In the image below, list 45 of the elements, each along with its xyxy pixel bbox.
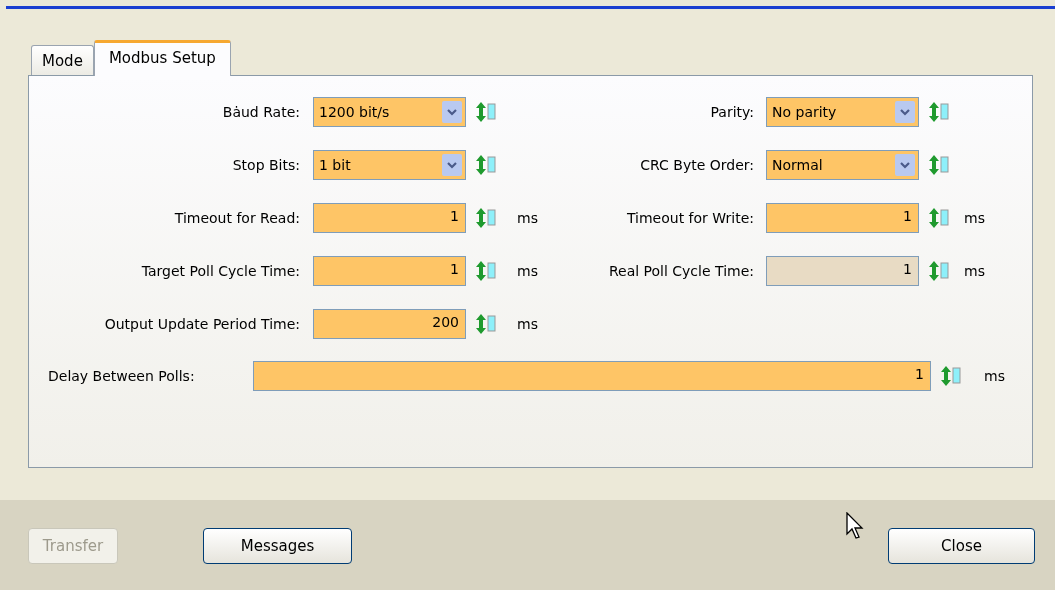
up-down-arrow-icon[interactable] — [928, 260, 952, 282]
chevron-icon — [442, 154, 462, 176]
number-field[interactable]: 1 — [313, 256, 466, 286]
unit-label: ms — [517, 210, 539, 226]
dropdown[interactable]: 1200 bit/s — [313, 97, 466, 127]
chevron-icon — [895, 154, 915, 176]
tab[interactable]: Mode — [31, 45, 94, 75]
tab[interactable]: Modbus Setup — [93, 40, 231, 76]
up-down-arrow-icon[interactable] — [475, 207, 499, 229]
up-down-arrow-icon[interactable] — [475, 154, 499, 176]
field-label: Parity: — [709, 104, 755, 120]
up-down-arrow-icon[interactable] — [940, 365, 964, 387]
up-down-arrow-icon[interactable] — [475, 101, 499, 123]
dropdown[interactable]: Normal — [766, 150, 919, 180]
unit-label: ms — [964, 210, 986, 226]
chevron-icon — [895, 101, 915, 123]
up-down-arrow-icon[interactable] — [928, 101, 952, 123]
number-field[interactable]: 200 — [313, 309, 466, 339]
number-field[interactable]: 1 — [766, 256, 919, 286]
up-down-arrow-icon[interactable] — [475, 260, 499, 282]
field-label: Stop Bits: — [231, 157, 301, 173]
field-label: Output Update Period Time: — [103, 316, 301, 332]
action-button[interactable]: Messages — [203, 528, 352, 564]
mouse-pointer-icon — [846, 512, 864, 540]
up-down-arrow-icon[interactable] — [928, 154, 952, 176]
up-down-arrow-icon[interactable] — [475, 313, 499, 335]
field-label: Real Poll Cycle Time: — [607, 263, 755, 279]
chevron-icon — [442, 101, 462, 123]
field-label: Timeout for Read: — [173, 210, 301, 226]
number-field[interactable]: 1 — [766, 203, 919, 233]
dropdown[interactable]: 1 bit — [313, 150, 466, 180]
field-label: Timeout for Write: — [625, 210, 755, 226]
field-label: Bȧud Rate: — [221, 104, 301, 120]
field-label: CRC Byte Order: — [639, 157, 755, 173]
number-field[interactable]: 1 — [313, 203, 466, 233]
unit-label: ms — [517, 316, 539, 332]
unit-label: ms — [984, 368, 1005, 384]
unit-label: ms — [964, 263, 986, 279]
field-label: Target Poll Cycle Time: — [140, 263, 301, 279]
close-button[interactable]: Close — [888, 528, 1035, 564]
up-down-arrow-icon[interactable] — [928, 207, 952, 229]
number-field[interactable]: 1 — [253, 361, 931, 391]
unit-label: ms — [517, 263, 539, 279]
field-label: Delay Between Polls: — [48, 368, 196, 384]
dropdown[interactable]: No parity — [766, 97, 919, 127]
